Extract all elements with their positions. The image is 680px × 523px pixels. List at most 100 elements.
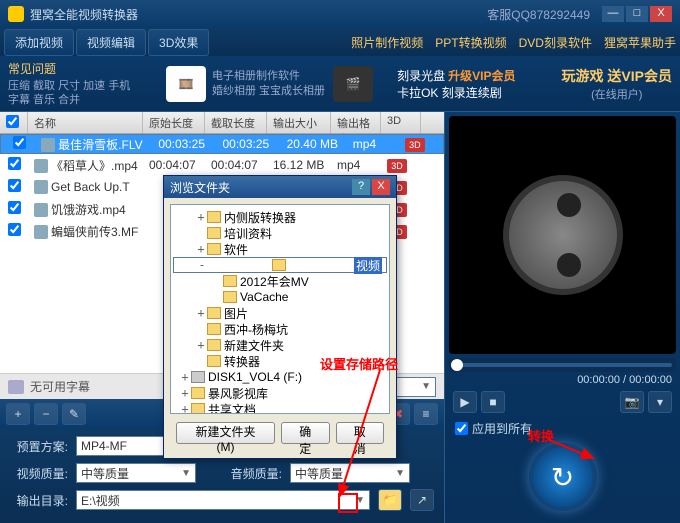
- folder-tree[interactable]: +内侧版转换器 培训资料+软件- 视频 2012年会MV VaCache+图片 西…: [170, 204, 390, 414]
- stop-button[interactable]: ■: [481, 391, 505, 413]
- tree-label: DISK1_VOL4 (F:): [208, 370, 302, 384]
- karaoke[interactable]: 卡拉OK 刻录连续剧: [397, 86, 502, 100]
- expand-icon[interactable]: +: [179, 370, 191, 384]
- tab-video-edit[interactable]: 视频编辑: [76, 29, 146, 56]
- window-title: 狸窝全能视频转换器: [30, 6, 487, 23]
- close-button[interactable]: X: [650, 6, 672, 22]
- tree-label: 视频: [354, 257, 382, 274]
- expand-icon[interactable]: +: [195, 338, 207, 352]
- add-button[interactable]: +: [6, 403, 30, 425]
- snapshot-button[interactable]: 📷: [620, 391, 644, 413]
- row-checkbox[interactable]: [8, 179, 21, 192]
- tree-node[interactable]: + 共享文档: [173, 401, 387, 414]
- tree-label: 共享文档: [208, 401, 256, 415]
- tree-node[interactable]: - 视频: [173, 257, 387, 273]
- minimize-button[interactable]: —: [602, 6, 624, 22]
- folder-icon: [272, 259, 286, 271]
- col-name[interactable]: 名称: [28, 112, 143, 133]
- online-users: (在线用户): [562, 86, 672, 102]
- preview-slider[interactable]: [449, 358, 676, 372]
- burn-disc[interactable]: 刻录光盘: [397, 69, 445, 83]
- tree-node[interactable]: +内侧版转换器: [173, 209, 387, 225]
- expand-icon[interactable]: -: [196, 258, 208, 272]
- tree-node[interactable]: 培训资料: [173, 225, 387, 241]
- cancel-button[interactable]: 取消: [336, 422, 384, 444]
- faq-links[interactable]: 压缩 截取 尺寸 加速 手机 字幕 音乐 合并: [8, 79, 158, 107]
- expand-icon[interactable]: [195, 354, 207, 368]
- row-checkbox[interactable]: [13, 136, 26, 149]
- tree-node[interactable]: + DISK1_VOL4 (F:): [173, 369, 387, 385]
- select-all-checkbox[interactable]: [6, 115, 19, 128]
- play-game-vip[interactable]: 玩游戏 送VIP会员: [562, 66, 672, 86]
- 3d-badge[interactable]: 3D: [387, 159, 407, 173]
- tree-node[interactable]: 转换器: [173, 353, 387, 369]
- tree-node[interactable]: +新建文件夹: [173, 337, 387, 353]
- expand-icon[interactable]: +: [179, 386, 191, 400]
- col-output-format[interactable]: 输出格式: [331, 112, 381, 133]
- browse-folder-dialog: 浏览文件夹 ? X +内侧版转换器 培训资料+软件- 视频 2012年会MV Va…: [163, 175, 397, 459]
- video-quality-label: 视频质量:: [10, 465, 68, 482]
- tree-node[interactable]: +暴风影视库: [173, 385, 387, 401]
- ok-button[interactable]: 确定: [281, 422, 329, 444]
- audio-quality-select[interactable]: 中等质量▼: [290, 463, 410, 483]
- tree-node[interactable]: +图片: [173, 305, 387, 321]
- link-dvd-burn[interactable]: DVD刻录软件: [519, 34, 592, 51]
- col-clip-length[interactable]: 截取长度: [205, 112, 267, 133]
- file-list-header: 名称 原始长度 截取长度 输出大小 输出格式 3D: [0, 112, 444, 134]
- folder-icon: [191, 387, 205, 399]
- file-row[interactable]: 最佳滑雪板.FLV00:03:2500:03:2520.40 MBmp43D: [0, 134, 444, 154]
- link-ppt-video[interactable]: PPT转换视频: [435, 34, 506, 51]
- file-icon: [34, 180, 48, 194]
- row-checkbox[interactable]: [8, 223, 21, 236]
- link-photo-video[interactable]: 照片制作视频: [351, 34, 423, 51]
- tab-3d-effect[interactable]: 3D效果: [148, 29, 209, 56]
- new-folder-button[interactable]: 新建文件夹(M): [176, 422, 275, 444]
- tree-node[interactable]: 西冲-杨梅坑: [173, 321, 387, 337]
- row-checkbox[interactable]: [8, 157, 21, 170]
- output-dir-select[interactable]: E:\视频▼: [76, 490, 370, 510]
- col-output-size[interactable]: 输出大小: [267, 112, 331, 133]
- expand-icon[interactable]: +: [195, 306, 207, 320]
- maximize-button[interactable]: □: [626, 6, 648, 22]
- browse-folder-button[interactable]: 📁: [378, 489, 402, 511]
- apply-all-checkbox[interactable]: [455, 422, 468, 435]
- preview-menu-button[interactable]: ▾: [648, 391, 672, 413]
- list-button[interactable]: ≡: [414, 403, 438, 425]
- tree-node[interactable]: 2012年会MV: [173, 273, 387, 289]
- preview-time: 00:00:00 / 00:00:00: [449, 372, 676, 388]
- link-apple-helper[interactable]: 狸窝苹果助手: [604, 34, 676, 51]
- expand-icon[interactable]: +: [179, 402, 191, 414]
- play-button[interactable]: ▶: [453, 391, 477, 413]
- upgrade-vip[interactable]: 升级VIP会员: [448, 69, 515, 83]
- tree-node[interactable]: VaCache: [173, 289, 387, 305]
- dialog-title: 浏览文件夹: [170, 179, 230, 196]
- expand-icon[interactable]: [195, 322, 207, 336]
- expand-icon[interactable]: +: [195, 242, 207, 256]
- expand-icon[interactable]: [211, 274, 223, 288]
- movie-icon: 🎬: [333, 66, 373, 102]
- output-dir-label: 输出目录:: [10, 492, 68, 509]
- tab-add-video[interactable]: 添加视频: [4, 29, 74, 56]
- expand-icon[interactable]: +: [195, 210, 207, 224]
- file-icon: [34, 159, 48, 173]
- row-checkbox[interactable]: [8, 201, 21, 214]
- file-row[interactable]: 《稻草人》.mp400:04:0700:04:0716.12 MBmp43D: [0, 154, 444, 176]
- col-3d[interactable]: 3D: [381, 112, 421, 133]
- subtitle-select[interactable]: ▼: [396, 377, 436, 397]
- expand-icon[interactable]: [195, 226, 207, 240]
- tree-node[interactable]: +软件: [173, 241, 387, 257]
- convert-button[interactable]: ↻: [529, 443, 597, 511]
- faq-title[interactable]: 常见问题: [8, 60, 158, 77]
- remove-button[interactable]: −: [34, 403, 58, 425]
- expand-icon[interactable]: [211, 290, 223, 304]
- 3d-badge[interactable]: 3D: [405, 138, 425, 152]
- video-quality-select[interactable]: 中等质量▼: [76, 463, 196, 483]
- album-promo[interactable]: 电子相册制作软件 婚纱相册 宝宝成长相册: [212, 69, 325, 99]
- edit-button[interactable]: ✎: [62, 403, 86, 425]
- dialog-close-button[interactable]: X: [372, 179, 390, 195]
- col-orig-length[interactable]: 原始长度: [143, 112, 205, 133]
- dialog-help-button[interactable]: ?: [352, 179, 370, 195]
- open-folder-button[interactable]: ↗: [410, 489, 434, 511]
- folder-icon: [207, 355, 221, 367]
- film-reel-icon: [503, 175, 623, 295]
